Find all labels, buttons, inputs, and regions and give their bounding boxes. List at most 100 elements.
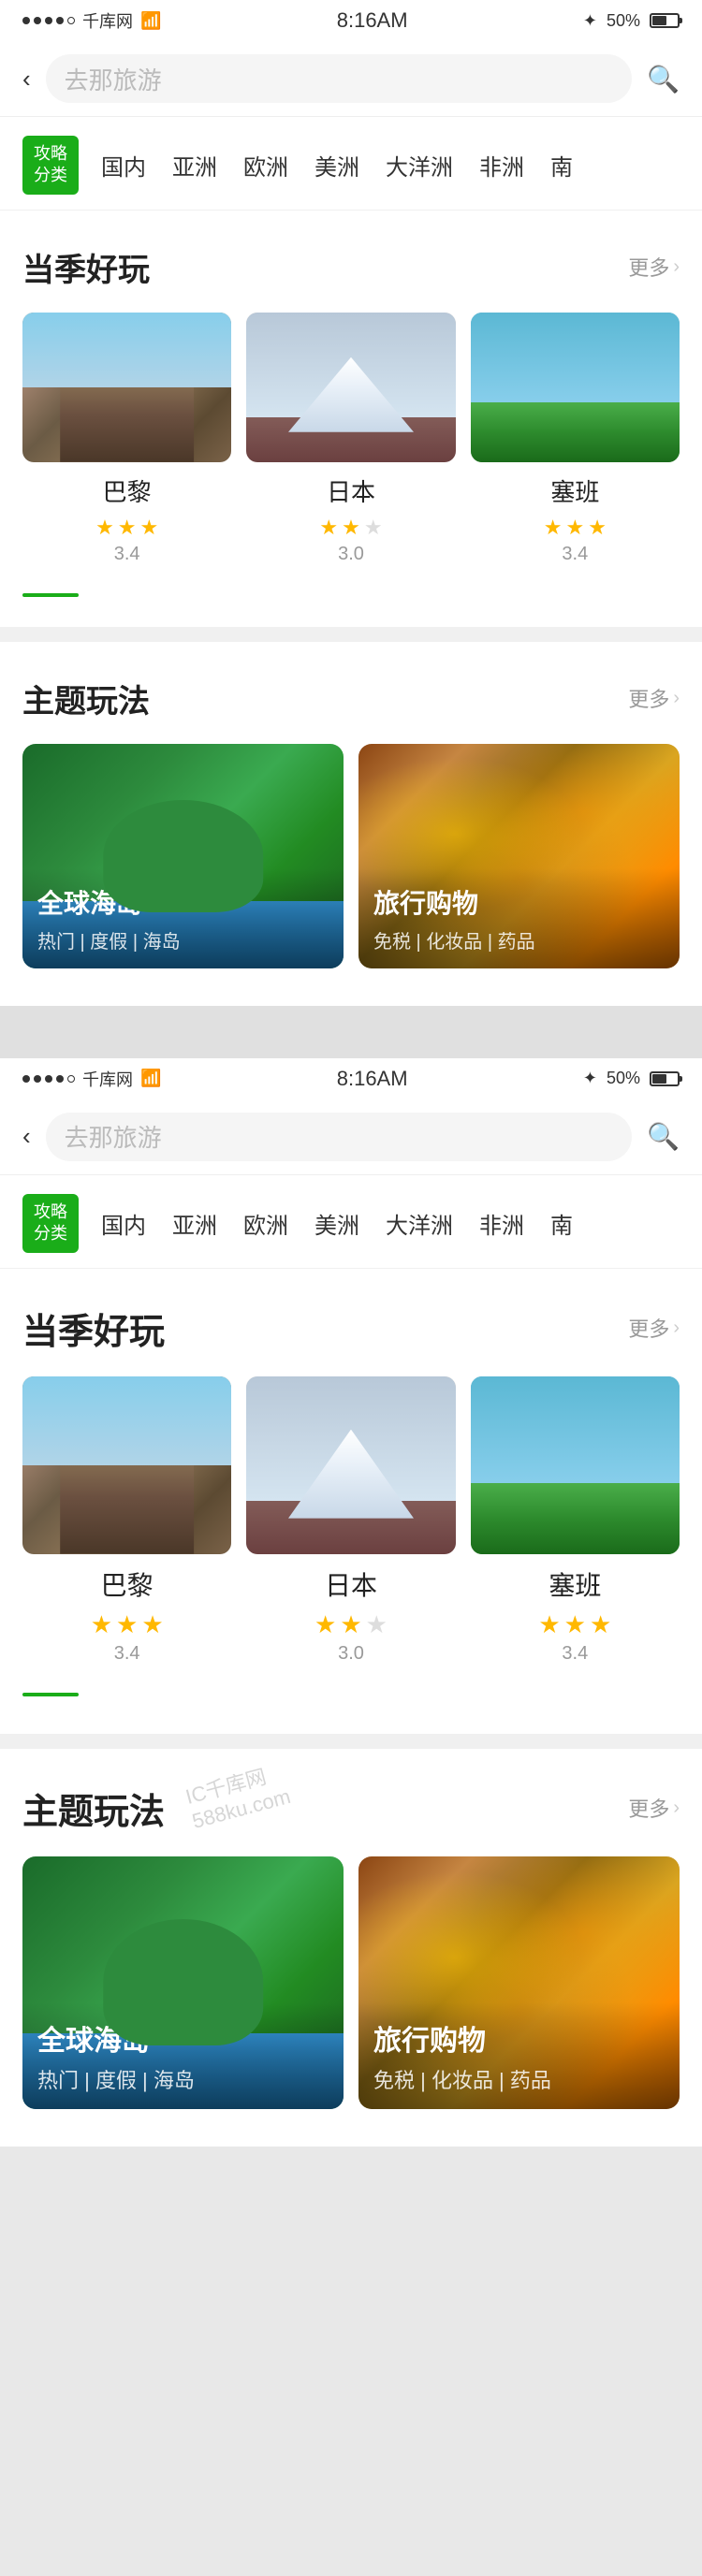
travel-card-seban[interactable]: 塞班 ★ ★ ★ 3.4: [471, 313, 680, 565]
theme-header: 主题玩法 更多 ›: [0, 642, 702, 744]
category-asia[interactable]: 亚洲: [172, 149, 217, 182]
battery-fill-2: [652, 1074, 666, 1084]
theme-card-shopping[interactable]: 旅行购物 免税 | 化妆品 | 药品: [358, 744, 680, 968]
category-bar: 攻略 分类 国内 亚洲 欧洲 美洲 大洋洲 非洲 南: [0, 117, 702, 211]
category-tag[interactable]: 攻略 分类: [22, 136, 79, 195]
search-input-wrap-2[interactable]: 去那旅游: [46, 1113, 632, 1161]
dot1: [22, 17, 30, 24]
star2: ★: [342, 516, 360, 540]
theme-more-arrow-icon-2: ›: [673, 1797, 680, 1819]
carrier-info: 千库网 📶: [22, 8, 161, 33]
islands-tags-2: 热门 | 度假 | 海岛: [37, 2064, 329, 2094]
seban-image-2: [471, 1376, 680, 1554]
category-south[interactable]: 南: [550, 149, 573, 182]
battery-icon-2: [650, 1071, 680, 1086]
islands-image-2: 全球海岛 热门 | 度假 | 海岛: [22, 1856, 344, 2109]
japan-image-2: [246, 1376, 455, 1554]
star2j2: ★: [340, 1610, 361, 1639]
bluetooth-icon-2: ✦: [583, 1069, 597, 1088]
current-season-header: 当季好玩 更多 ›: [0, 211, 702, 313]
category-domestic[interactable]: 国内: [101, 149, 146, 182]
travel-card-paris[interactable]: 巴黎 ★ ★ ★ 3.4: [22, 313, 231, 565]
japan-image-inner-2: [246, 1376, 455, 1554]
more-arrow-icon: ›: [673, 256, 680, 278]
category-tag-line2-2: 分类: [34, 1223, 67, 1244]
theme-more-2[interactable]: 更多 ›: [628, 1793, 680, 1823]
current-season-header-2: 当季好玩 更多 ›: [0, 1269, 702, 1376]
category-tag-2[interactable]: 攻略 分类: [22, 1194, 79, 1253]
theme-more[interactable]: 更多 ›: [628, 683, 680, 713]
back-button[interactable]: ‹: [22, 65, 31, 94]
dot5: [67, 17, 75, 24]
theme-header-2: 主题玩法 更多 ›: [0, 1749, 702, 1856]
search-icon[interactable]: 🔍: [647, 64, 680, 95]
star3j2: ★: [366, 1610, 388, 1639]
current-season-title: 当季好玩: [22, 244, 150, 290]
search-placeholder-2: 去那旅游: [65, 1119, 162, 1154]
category-asia-2[interactable]: 亚洲: [172, 1207, 217, 1240]
section-divider2: [0, 1734, 702, 1749]
shopping-title: 旅行购物: [373, 883, 665, 921]
star1p2: ★: [91, 1610, 112, 1639]
seban-image-inner: [471, 313, 680, 462]
status-right-2: ✦ 50%: [583, 1069, 680, 1088]
category-oceania[interactable]: 大洋洲: [386, 149, 453, 182]
seban-rating: 3.4: [471, 544, 680, 565]
star2s2: ★: [564, 1610, 586, 1639]
shopping-image-2: 旅行购物 免税 | 化妆品 | 药品: [358, 1856, 680, 2109]
wifi-icon: 📶: [140, 11, 161, 31]
japan-stars: ★ ★ ★: [246, 516, 455, 540]
dot2b: [34, 1075, 41, 1083]
dot1b: [22, 1075, 30, 1083]
theme-title-2: 主题玩法: [22, 1783, 165, 1834]
search-bar-2: ‹ 去那旅游 🔍: [0, 1099, 702, 1175]
theme-card-islands-2[interactable]: 全球海岛 热门 | 度假 | 海岛: [22, 1856, 344, 2109]
seban-stars: ★ ★ ★: [471, 516, 680, 540]
paris-rating: 3.4: [22, 544, 231, 565]
category-america-2[interactable]: 美洲: [314, 1207, 359, 1240]
travel-card-seban-2[interactable]: 塞班 ★ ★ ★ 3.4: [471, 1376, 680, 1665]
travel-card-paris-2[interactable]: 巴黎 ★ ★ ★ 3.4: [22, 1376, 231, 1665]
theme-section: 主题玩法 更多 › 全球海岛 热门 | 度假 | 海岛: [0, 642, 702, 1006]
travel-card-japan-2[interactable]: 日本 ★ ★ ★ 3.0: [246, 1376, 455, 1665]
search-input-wrap[interactable]: 去那旅游: [46, 54, 632, 103]
travel-cards-row-2: 巴黎 ★ ★ ★ 3.4 日本 ★ ★ ★ 3.0: [0, 1376, 702, 1693]
category-south-2[interactable]: 南: [550, 1207, 573, 1240]
japan-name-2: 日本: [246, 1565, 455, 1603]
category-oceania-2[interactable]: 大洋洲: [386, 1207, 453, 1240]
islands-overlay-2: 全球海岛 热门 | 度假 | 海岛: [22, 2002, 344, 2109]
star1: ★: [544, 516, 563, 540]
category-tag-line1-2: 攻略: [34, 1201, 67, 1223]
paris-image-inner-2: [22, 1376, 231, 1554]
signal-dots: [22, 17, 75, 24]
current-season-more-2[interactable]: 更多 ›: [628, 1313, 680, 1343]
seban-rating-2: 3.4: [471, 1643, 680, 1665]
shopping-tags-2: 免税 | 化妆品 | 药品: [373, 2064, 665, 2094]
star2: ★: [565, 516, 584, 540]
category-europe[interactable]: 欧洲: [243, 149, 288, 182]
dot5b: [67, 1075, 75, 1083]
shopping-title-2: 旅行购物: [373, 2017, 665, 2059]
category-america[interactable]: 美洲: [314, 149, 359, 182]
star1: ★: [95, 516, 114, 540]
back-button-2[interactable]: ‹: [22, 1122, 31, 1151]
category-africa[interactable]: 非洲: [479, 149, 524, 182]
shopping-tags: 免税 | 化妆品 | 药品: [373, 926, 665, 953]
dot3: [45, 17, 52, 24]
shopping-overlay-2: 旅行购物 免税 | 化妆品 | 药品: [358, 2002, 680, 2109]
star3: ★: [140, 516, 159, 540]
category-items: 国内 亚洲 欧洲 美洲 大洋洲 非洲 南: [101, 149, 573, 182]
signal-dots-2: [22, 1075, 75, 1083]
dot3b: [45, 1075, 52, 1083]
battery-percent-2: 50%: [607, 1069, 640, 1088]
category-domestic-2[interactable]: 国内: [101, 1207, 146, 1240]
search-icon-2[interactable]: 🔍: [647, 1121, 680, 1152]
spacer2: [0, 1696, 702, 1734]
category-europe-2[interactable]: 欧洲: [243, 1207, 288, 1240]
category-africa-2[interactable]: 非洲: [479, 1207, 524, 1240]
theme-card-islands[interactable]: 全球海岛 热门 | 度假 | 海岛: [22, 744, 344, 968]
japan-image-inner: [246, 313, 455, 462]
theme-card-shopping-2[interactable]: 旅行购物 免税 | 化妆品 | 药品: [358, 1856, 680, 2109]
travel-card-japan[interactable]: 日本 ★ ★ ★ 3.0: [246, 313, 455, 565]
current-season-more[interactable]: 更多 ›: [628, 252, 680, 282]
